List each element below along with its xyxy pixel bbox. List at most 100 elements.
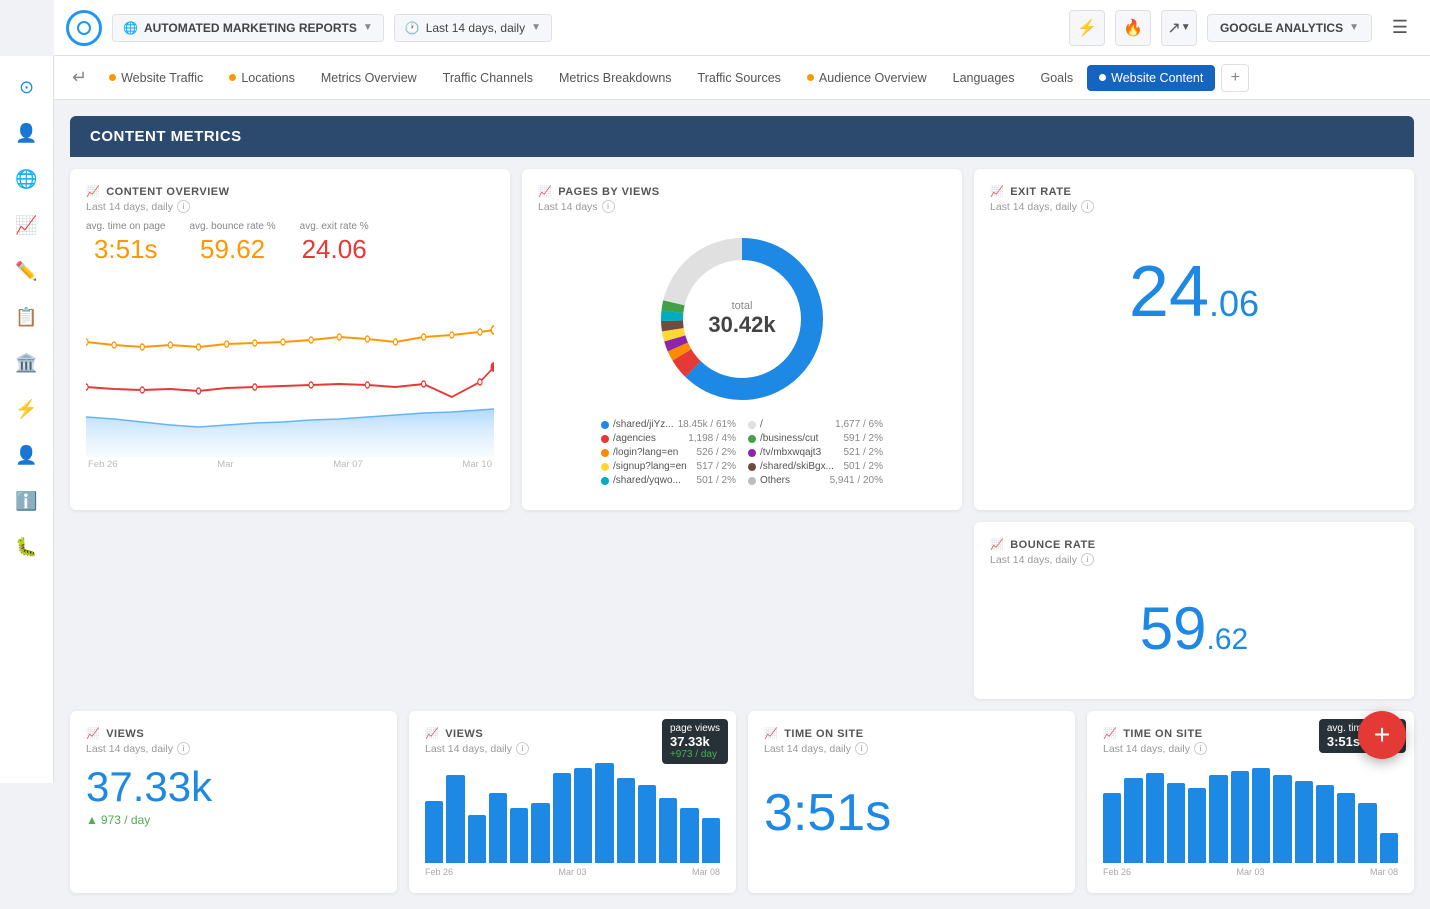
tab-traffic-sources[interactable]: Traffic Sources (686, 65, 793, 91)
donut-center: total 30.42k (708, 300, 775, 338)
donut-chart: total 30.42k (652, 229, 832, 409)
bar-0 (425, 801, 443, 863)
hamburger-menu[interactable]: ☰ (1382, 10, 1418, 46)
time2-bar-6 (1231, 771, 1249, 863)
tab-label-traffic-sources: Traffic Sources (698, 71, 781, 85)
pages-by-views-card: 📈 PAGES BY VIEWS Last 14 days i (522, 169, 962, 510)
add-tab-button[interactable]: + (1221, 64, 1249, 92)
exit-rate-int: 24 (1129, 252, 1209, 332)
tab-goals[interactable]: Goals (1029, 65, 1086, 91)
legend-item-0: /shared/jiYz... 18.45k / 61% (601, 419, 736, 430)
back-button[interactable]: ↵ (64, 67, 95, 88)
tab-dot-audience-overview (807, 74, 814, 81)
tab-label-locations: Locations (241, 71, 295, 85)
ga-label: GOOGLE ANALYTICS (1220, 21, 1343, 35)
legend-dot-9 (748, 477, 756, 485)
fire-btn[interactable]: 🔥 (1115, 10, 1151, 46)
pages-by-views-title: 📈 PAGES BY VIEWS (538, 185, 946, 198)
sidebar-icon-bug[interactable]: 🐛 (8, 528, 46, 566)
views2-badge: page views 37.33k +973 / day (662, 719, 728, 764)
tab-audience-overview[interactable]: Audience Overview (795, 65, 939, 91)
section-title: CONTENT METRICS (90, 128, 242, 145)
legend-dot-5 (748, 449, 756, 457)
time-dropdown[interactable]: 🕐 Last 14 days, daily ▼ (394, 14, 552, 42)
sidebar-icon-info[interactable]: ℹ️ (8, 482, 46, 520)
nav-tabs: ↵ Website Traffic Locations Metrics Over… (54, 56, 1430, 100)
time2-bar-10 (1316, 785, 1334, 863)
content-overview-x-labels: Feb 26 Mar Mar 07 Mar 10 (86, 459, 494, 470)
metric-exit-rate: avg. exit rate % 24.06 (300, 221, 369, 265)
legend-dot-6 (601, 463, 609, 471)
time2-bar-7 (1252, 768, 1270, 863)
views1-title: 📈 VIEWS (86, 727, 381, 740)
views1-subtitle: Last 14 days, daily i (86, 742, 381, 755)
ga-dropdown[interactable]: GOOGLE ANALYTICS ▼ (1207, 14, 1372, 42)
tab-label-goals: Goals (1041, 71, 1074, 85)
sidebar-icon-globe[interactable]: 🌐 (8, 160, 46, 198)
info-icon-views1: i (177, 742, 190, 755)
share-btn[interactable]: ↗ ▼ (1161, 10, 1197, 46)
bounce-rate-title: 📈 BOUNCE RATE (990, 538, 1398, 551)
content-overview-metrics: avg. time on page 3:51s avg. bounce rate… (86, 221, 494, 265)
info-icon-pages: i (602, 200, 615, 213)
tab-metrics-breakdowns[interactable]: Metrics Breakdowns (547, 65, 684, 91)
trending-icon-bounce: 📈 (990, 538, 1004, 551)
metric-label-bounce: avg. bounce rate % (190, 221, 276, 232)
legend-item-6: /signup?lang=en 517 / 2% (601, 461, 736, 472)
tab-website-traffic[interactable]: Website Traffic (97, 65, 215, 91)
legend-item-2: /agencies 1,198 / 4% (601, 433, 736, 444)
views1-sub: ▲ 973 / day (86, 813, 381, 827)
legend-item-5: /tv/mbxwqajt3 521 / 2% (748, 447, 883, 458)
tab-label-website-traffic: Website Traffic (121, 71, 203, 85)
trending-icon-exit: 📈 (990, 185, 1004, 198)
sidebar-icon-tools[interactable]: ⚡ (8, 390, 46, 428)
share-dropdown-arrow: ▼ (1181, 22, 1191, 33)
metric-time-on-page: avg. time on page 3:51s (86, 221, 166, 265)
metric-bounce-rate: avg. bounce rate % 59.62 (190, 221, 276, 265)
legend-item-3: /business/cut 591 / 2% (748, 433, 883, 444)
sidebar-icon-analytics[interactable]: 📈 (8, 206, 46, 244)
ga-dropdown-arrow: ▼ (1349, 22, 1359, 33)
sidebar-icon-reports[interactable]: 📋 (8, 298, 46, 336)
tab-metrics-overview[interactable]: Metrics Overview (309, 65, 429, 91)
report-dropdown-arrow: ▼ (363, 22, 373, 33)
lightning-btn[interactable]: ⚡ (1069, 10, 1105, 46)
content-overview-title: 📈 CONTENT OVERVIEW (86, 185, 494, 198)
time2-bar-11 (1337, 793, 1355, 863)
legend-dot-7 (748, 463, 756, 471)
tab-locations[interactable]: Locations (217, 65, 307, 91)
section-header: CONTENT METRICS (70, 116, 1414, 157)
report-dropdown[interactable]: 🌐 AUTOMATED MARKETING REPORTS ▼ (112, 14, 384, 42)
tab-languages[interactable]: Languages (941, 65, 1027, 91)
report-label: AUTOMATED MARKETING REPORTS (144, 21, 357, 35)
fab-add-button[interactable]: + (1358, 711, 1406, 759)
content-overview-chart (86, 277, 494, 457)
info-icon-time2: i (1194, 742, 1207, 755)
trending-icon-views2: 📈 (425, 727, 439, 740)
donut-container: total 30.42k /shared/jiYz... 18.45k / 61… (538, 221, 946, 494)
bar-7 (574, 768, 592, 863)
legend-dot-8 (601, 477, 609, 485)
pages-legend: /shared/jiYz... 18.45k / 61% / 1,677 / 6… (601, 419, 883, 486)
time2-bar-chart (1103, 763, 1398, 863)
time2-x-labels: Feb 26 Mar 03 Mar 08 (1103, 867, 1398, 877)
time1-subtitle: Last 14 days, daily i (764, 742, 1059, 755)
trending-icon-time1: 📈 (764, 727, 778, 740)
exit-rate-card: 📈 EXIT RATE Last 14 days, daily i 24.06 (974, 169, 1414, 510)
sidebar-icon-settings[interactable]: 🏛️ (8, 344, 46, 382)
bar-4 (510, 808, 528, 863)
sidebar-icon-home[interactable]: ⊙ (8, 68, 46, 106)
bounce-rate-int: 59 (1140, 595, 1207, 662)
sidebar-icon-eye[interactable]: 👤 (8, 436, 46, 474)
donut-total-label: total (708, 300, 775, 312)
tab-label-languages: Languages (953, 71, 1015, 85)
tab-traffic-channels[interactable]: Traffic Channels (431, 65, 545, 91)
sidebar-icon-users[interactable]: 👤 (8, 114, 46, 152)
info-icon-exit: i (1081, 200, 1094, 213)
views2-bar-chart (425, 763, 720, 863)
sidebar-icon-edit[interactable]: ✏️ (8, 252, 46, 290)
tab-website-content[interactable]: Website Content (1087, 65, 1215, 91)
bounce-rate-card: 📈 BOUNCE RATE Last 14 days, daily i 59.6… (974, 522, 1414, 699)
trending-icon-views1: 📈 (86, 727, 100, 740)
bar-2 (468, 815, 486, 863)
